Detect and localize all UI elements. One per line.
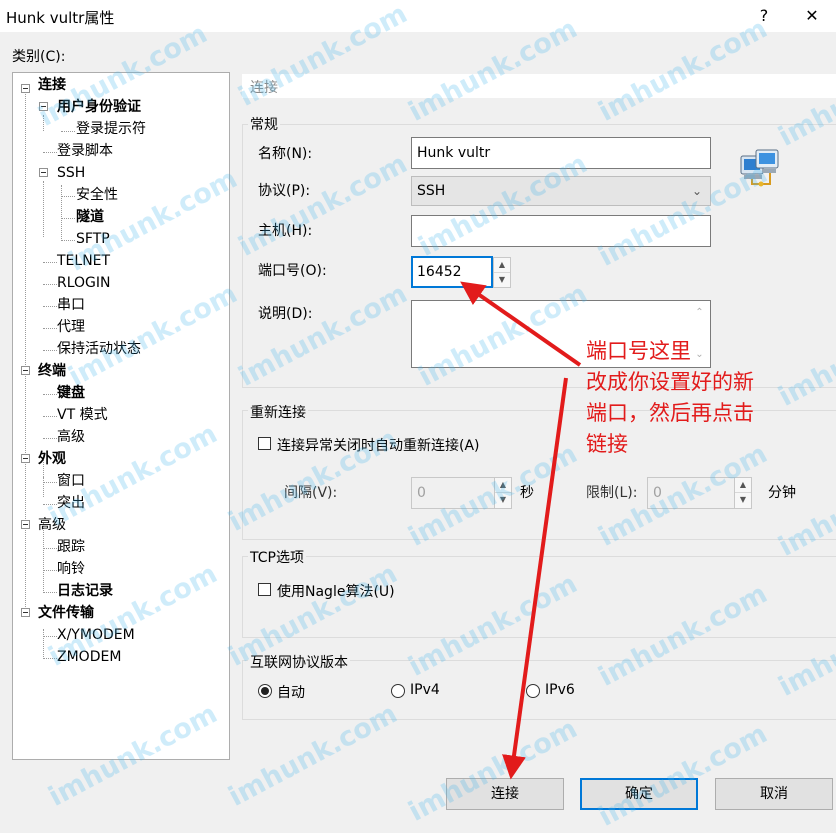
annotation-line: 端口，然后再点击 (586, 401, 754, 425)
tree-item-keepalive[interactable]: 保持活动状态 (57, 339, 141, 359)
tree-item-window[interactable]: 窗口 (57, 471, 85, 491)
tree-item-advanced[interactable]: 高级 (38, 515, 66, 535)
tree-item-terminal[interactable]: 终端 (38, 361, 66, 381)
close-button[interactable]: ✕ (792, 3, 832, 29)
host-label: 主机(H): (258, 223, 313, 239)
annotation-line: 链接 (586, 432, 628, 456)
spin-up-icon[interactable]: ▲ (735, 478, 751, 493)
tree-item-rlogin[interactable]: RLOGIN (57, 273, 111, 293)
reconnect-group-title: 重新连接 (248, 402, 308, 422)
spin-down-icon[interactable]: ▼ (494, 273, 510, 288)
tree-item-tunnel[interactable]: 隧道 (76, 207, 104, 227)
protocol-label: 协议(P): (258, 183, 311, 199)
annotation-text: 端口号这里 改成你设置好的新 端口，然后再点击 链接 (586, 336, 754, 460)
category-tree[interactable]: 连接 用户身份验证 登录提示符 登录脚本 SSH 安全性 隧道 SFTP TEL… (12, 72, 230, 760)
title-bar: Hunk vultr属性 ? ✕ (0, 0, 836, 32)
category-label: 类别(C): (12, 49, 66, 65)
ok-button[interactable]: 确定 (580, 778, 698, 810)
limit-unit: 分钟 (768, 485, 796, 501)
port-input[interactable]: 16452 (411, 256, 493, 288)
ip-version-group-title: 互联网协议版本 (248, 652, 350, 672)
radio-ipv4-label: IPv4 (410, 682, 440, 698)
tree-item-connection[interactable]: 连接 (38, 75, 66, 95)
nagle-label: 使用Nagle算法(U) (277, 584, 395, 600)
watermark: imhunk.com (593, 718, 773, 833)
spin-down-icon[interactable]: ▼ (735, 493, 751, 508)
spin-down-icon[interactable]: ▼ (495, 493, 511, 508)
radio-auto[interactable] (258, 684, 272, 698)
tree-item-telnet[interactable]: TELNET (57, 251, 110, 271)
help-button[interactable]: ? (744, 3, 784, 29)
scroll-up-icon[interactable]: ⌃ (689, 301, 710, 325)
tree-item-highlight[interactable]: 突出 (57, 493, 85, 513)
tree-item-keyboard[interactable]: 键盘 (57, 383, 85, 403)
radio-ipv4[interactable] (391, 684, 405, 698)
tree-item-login-script[interactable]: 登录脚本 (57, 141, 113, 161)
tree-item-bell[interactable]: 响铃 (57, 559, 85, 579)
tree-item-user-auth[interactable]: 用户身份验证 (57, 97, 141, 117)
annotation-line: 端口号这里 (586, 339, 691, 363)
tcp-group-title: TCP选项 (248, 547, 306, 567)
tree-item-login-prompts[interactable]: 登录提示符 (76, 119, 146, 139)
auto-reconnect-label: 连接异常关闭时自动重新连接(A) (277, 438, 480, 454)
tree-item-file-transfer[interactable]: 文件传输 (38, 603, 94, 623)
tree-item-ssh[interactable]: SSH (57, 163, 85, 183)
section-title: 连接 (250, 80, 278, 96)
general-group-title: 常规 (248, 114, 280, 134)
connect-button[interactable]: 连接 (446, 778, 564, 810)
tree-item-appearance[interactable]: 外观 (38, 449, 66, 469)
radio-ipv6-label: IPv6 (545, 682, 575, 698)
protocol-value: SSH (417, 183, 446, 199)
tree-item-sftp[interactable]: SFTP (76, 229, 110, 249)
cancel-button[interactable]: 取消 (715, 778, 833, 810)
interval-label: 间隔(V): (284, 485, 338, 501)
section-header: 连接 (242, 74, 836, 98)
description-label: 说明(D): (258, 306, 313, 322)
radio-ipv6[interactable] (526, 684, 540, 698)
port-label: 端口号(O): (258, 263, 327, 279)
limit-spinner[interactable]: ▲ ▼ (734, 477, 752, 509)
spin-up-icon[interactable]: ▲ (495, 478, 511, 493)
window-title: Hunk vultr属性 (6, 9, 115, 27)
tree-item-vt-mode[interactable]: VT 模式 (57, 405, 108, 425)
port-spinner[interactable]: ▲ ▼ (493, 257, 511, 288)
nagle-checkbox[interactable] (258, 583, 271, 596)
tree-item-trace[interactable]: 跟踪 (57, 537, 85, 557)
chevron-down-icon: ⌄ (691, 184, 702, 198)
name-input[interactable]: Hunk vultr (411, 137, 711, 169)
annotation-line: 改成你设置好的新 (586, 370, 754, 394)
name-label: 名称(N): (258, 146, 313, 162)
protocol-select[interactable]: SSH ⌄ (411, 176, 711, 206)
interval-input[interactable]: 0 (411, 477, 495, 509)
radio-auto-label: 自动 (277, 685, 305, 701)
tree-item-security[interactable]: 安全性 (76, 185, 118, 205)
auto-reconnect-checkbox[interactable] (258, 437, 271, 450)
tree-item-zmodem[interactable]: ZMODEM (57, 647, 121, 667)
spin-up-icon[interactable]: ▲ (494, 258, 510, 273)
interval-unit: 秒 (520, 485, 534, 501)
limit-label: 限制(L): (586, 485, 638, 501)
tree-item-xymodem[interactable]: X/YMODEM (57, 625, 135, 645)
network-computers-icon (740, 148, 784, 188)
tree-item-terminal-advanced[interactable]: 高级 (57, 427, 85, 447)
limit-input[interactable]: 0 (647, 477, 735, 509)
host-input[interactable] (411, 215, 711, 247)
tree-item-serial[interactable]: 串口 (57, 295, 85, 315)
watermark: imhunk.com (403, 713, 583, 828)
tree-item-proxy[interactable]: 代理 (57, 317, 85, 337)
interval-spinner[interactable]: ▲ ▼ (494, 477, 512, 509)
tree-item-logging[interactable]: 日志记录 (57, 581, 113, 601)
